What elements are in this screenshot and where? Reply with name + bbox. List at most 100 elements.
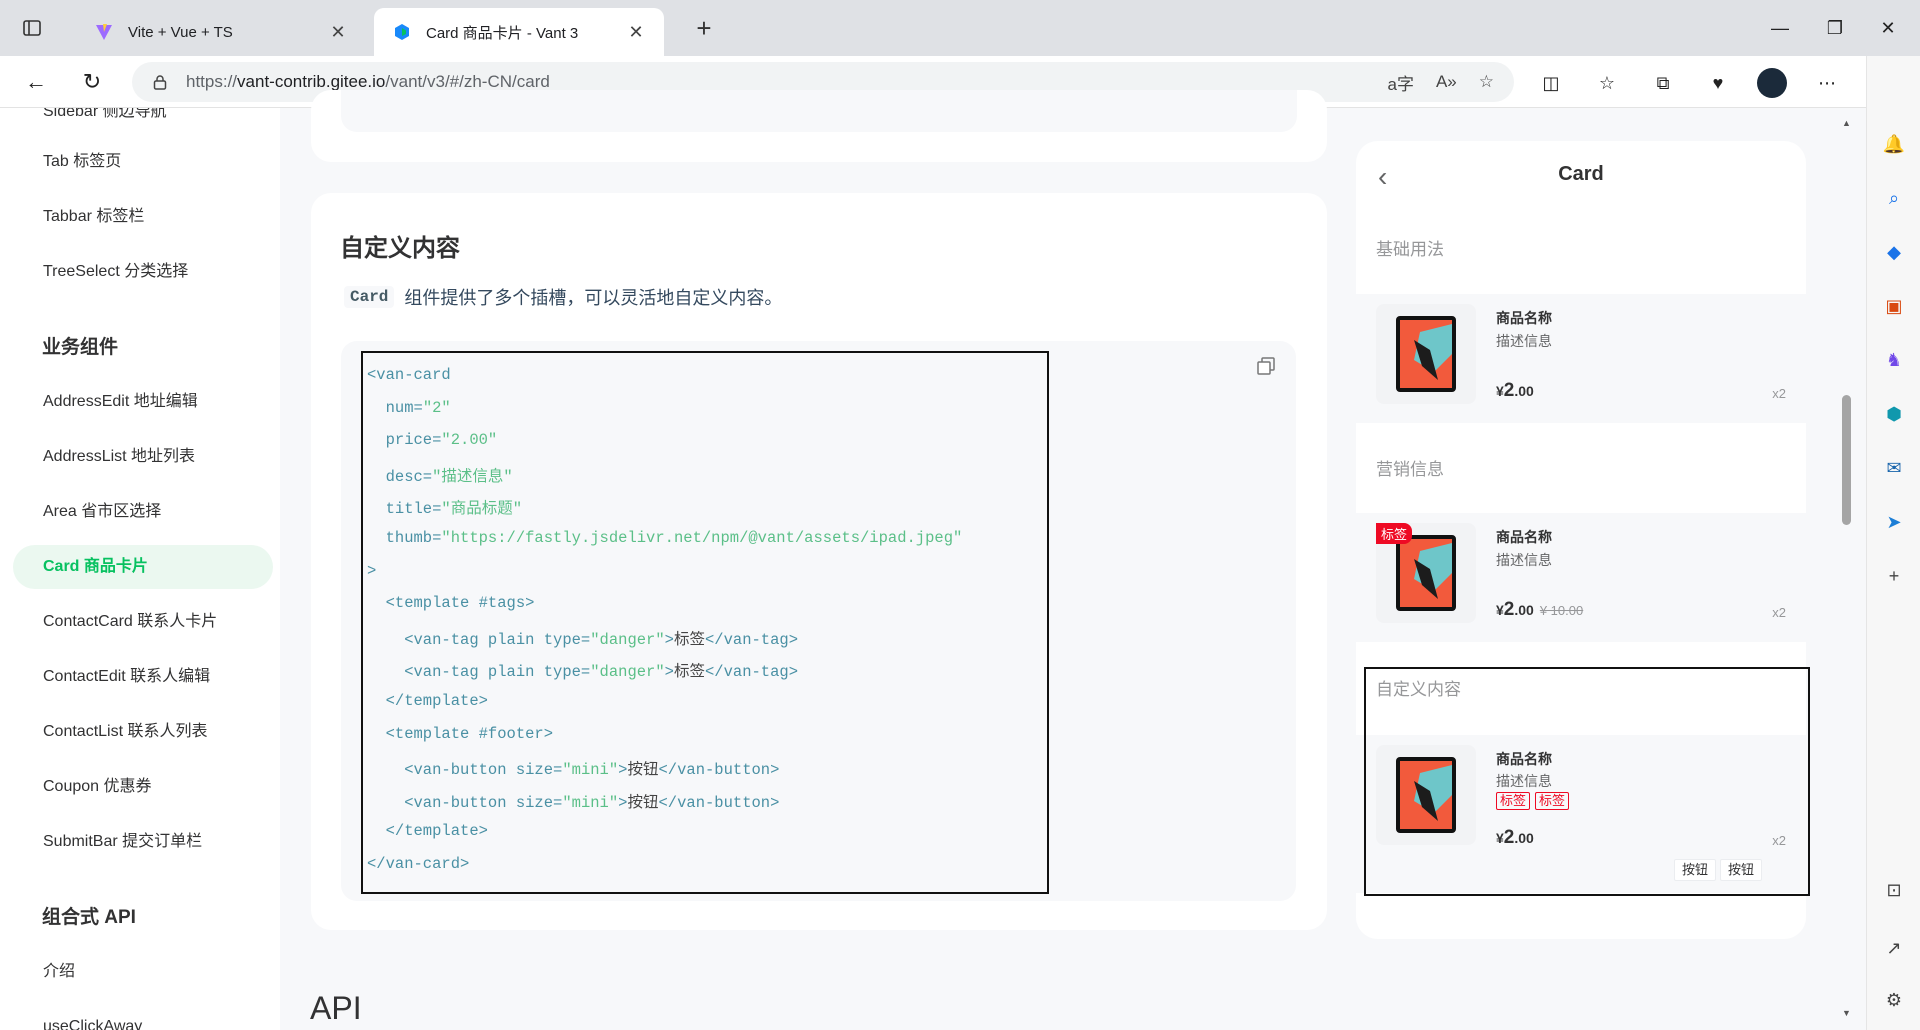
nav-item-contactedit[interactable]: ContactEdit 联系人编辑 [13,655,273,699]
tab-vant-card[interactable]: Card 商品卡片 - Vant 3 ✕ [374,8,664,56]
nav-group-business: 业务组件 [42,337,119,358]
url-text: https://vant-contrib.gitee.io/vant/v3/#/… [186,72,550,91]
nav-item-area[interactable]: Area 省市区选择 [13,490,273,534]
vite-icon [94,22,114,42]
demo-highlight-box [1364,667,1810,896]
new-tab-button[interactable]: + [688,12,720,44]
nav-item-contactcard[interactable]: ContactCard 联系人卡片 [13,600,273,644]
tab-title: Vite + Vue + TS [128,23,233,41]
nav-item-addresslist[interactable]: AddressList 地址列表 [13,435,273,479]
copy-icon[interactable] [1256,356,1278,378]
screenshot-icon[interactable]: ⊡ [1880,876,1908,904]
more-menu-icon[interactable]: ⋯ [1812,68,1842,98]
nav-item-addressedit[interactable]: AddressEdit 地址编辑 [13,380,273,424]
scroll-up-arrow-icon[interactable]: ▲ [1842,118,1851,128]
docs-sidebar: Sidebar 侧边导航 Tab 标签页 Tabbar 标签栏 TreeSele… [0,108,280,1030]
tab-vite[interactable]: Vite + Vue + TS ✕ [76,8,366,56]
scroll-down-arrow-icon[interactable]: ▼ [1842,1008,1851,1018]
profile-avatar[interactable] [1757,68,1787,98]
nav-item-coupon[interactable]: Coupon 优惠券 [13,765,273,809]
section-description: Card 组件提供了多个插槽，可以灵活地自定义内容。 [344,284,782,310]
origin-price: ¥ 10.00 [1539,603,1584,618]
read-aloud-icon[interactable]: A» [1436,72,1457,92]
back-icon[interactable]: ← [20,66,52,98]
close-tab-icon[interactable]: ✕ [328,22,348,42]
previous-demo-card [311,90,1327,162]
code-line: title="商品标题" [367,500,523,519]
games-icon[interactable]: ♞ [1880,346,1908,374]
translate-icon[interactable]: a字 [1387,70,1413,95]
code-line: <van-button size="mini">按钮</van-button> [367,793,780,812]
refresh-icon[interactable]: ↻ [76,66,108,98]
split-screen-icon[interactable]: ◫ [1536,68,1566,98]
code-line: <van-button size="mini">按钮</van-button> [367,761,780,780]
tab-actions-icon[interactable] [18,14,46,42]
restore-icon[interactable]: ❐ [1815,10,1855,46]
product-card-marketing[interactable]: 标签 商品名称 描述信息 ¥2.00 ¥ 10.00 x2 [1356,513,1806,642]
code-line: <van-tag plain type="danger">标签</van-tag… [367,663,799,682]
tools-icon[interactable]: ▣ [1880,292,1908,320]
simulator-navbar: ‹ Card [1356,141,1806,207]
code-line: <van-tag plain type="danger">标签</van-tag… [367,630,799,649]
add-icon[interactable]: + [1880,562,1908,590]
nav-item-useclickaway[interactable]: useClickAway [13,1005,273,1030]
code-line: thumb="https://fastly.jsdelivr.net/npm/@… [367,529,963,547]
drop-icon[interactable]: ➤ [1880,508,1908,536]
page-scrollbar[interactable]: ▲ ▼ [1840,118,1852,1024]
nav-item-treeselect[interactable]: TreeSelect 分类选择 [13,250,273,294]
nav-item-intro[interactable]: 介绍 [13,950,273,994]
description-text: 组件提供了多个插槽，可以灵活地自定义内容。 [404,288,783,308]
vant-icon [392,22,412,42]
section-title: 自定义内容 [340,235,460,262]
collections-icon[interactable]: ⧉ [1648,68,1678,98]
product-price: ¥2.00 ¥ 10.00 [1496,599,1584,620]
nav-item-sidebar[interactable]: Sidebar 侧边导航 [13,108,273,134]
product-quantity: x2 [1772,605,1786,620]
code-line: <van-card [367,366,451,384]
code-line: > [367,561,377,580]
product-price: ¥2.00 [1496,380,1534,401]
nav-group-api: 组合式 API [42,907,136,928]
open-external-icon[interactable]: ↗ [1880,934,1908,962]
product-quantity: x2 [1772,386,1786,401]
code-line: desc="描述信息" [367,467,513,486]
product-thumbnail [1376,304,1476,404]
code-line: num="2" [367,398,451,417]
search-icon[interactable]: ⌕ [1880,184,1908,212]
code-line: price="2.00" [367,431,498,450]
browser-tab-strip: Vite + Vue + TS ✕ Card 商品卡片 - Vant 3 ✕ +… [0,0,1920,56]
favorites-icon[interactable]: ☆ [1592,68,1622,98]
simulator-title: Card [1558,163,1604,185]
browser-essentials-icon[interactable]: ♥ [1703,68,1733,98]
product-name: 商品名称 [1496,310,1552,326]
settings-gear-icon[interactable]: ⚙ [1880,986,1908,1014]
api-heading: API [310,990,362,1026]
scroll-thumb[interactable] [1842,395,1851,525]
code-line: </template> [367,692,488,710]
nav-item-tabbar[interactable]: Tabbar 标签栏 [13,195,273,239]
product-desc: 描述信息 [1496,333,1552,349]
nav-item-card-active[interactable]: Card 商品卡片 [13,545,273,589]
thumbnail-tag: 标签 [1376,523,1413,544]
code-line: </template> [367,822,488,841]
product-name: 商品名称 [1496,529,1552,545]
bell-icon[interactable]: 🔔 [1880,130,1908,158]
close-tab-icon[interactable]: ✕ [626,22,646,42]
code-line: </van-card> [367,855,470,873]
product-card-basic[interactable]: 商品名称 描述信息 ¥2.00 x2 [1356,294,1806,423]
outlook-icon[interactable]: ✉ [1880,454,1908,482]
nav-item-submitbar[interactable]: SubmitBar 提交订单栏 [13,820,273,864]
code-line: <template #tags> [367,594,535,613]
window-close-icon[interactable]: ✕ [1868,10,1908,46]
shopping-tag-icon[interactable]: ◆ [1880,238,1908,266]
minimize-icon[interactable]: — [1760,10,1800,46]
lock-icon [150,74,170,90]
tab-title: Card 商品卡片 - Vant 3 [426,24,579,42]
demo-title-marketing: 营销信息 [1376,460,1444,479]
nav-item-tab[interactable]: Tab 标签页 [13,140,273,184]
demo-title-basic: 基础用法 [1376,240,1444,259]
favorite-star-icon[interactable]: ☆ [1479,72,1494,92]
office-icon[interactable]: ⬢ [1880,400,1908,428]
nav-item-contactlist[interactable]: ContactList 联系人列表 [13,710,273,754]
inline-code: Card [344,286,395,308]
